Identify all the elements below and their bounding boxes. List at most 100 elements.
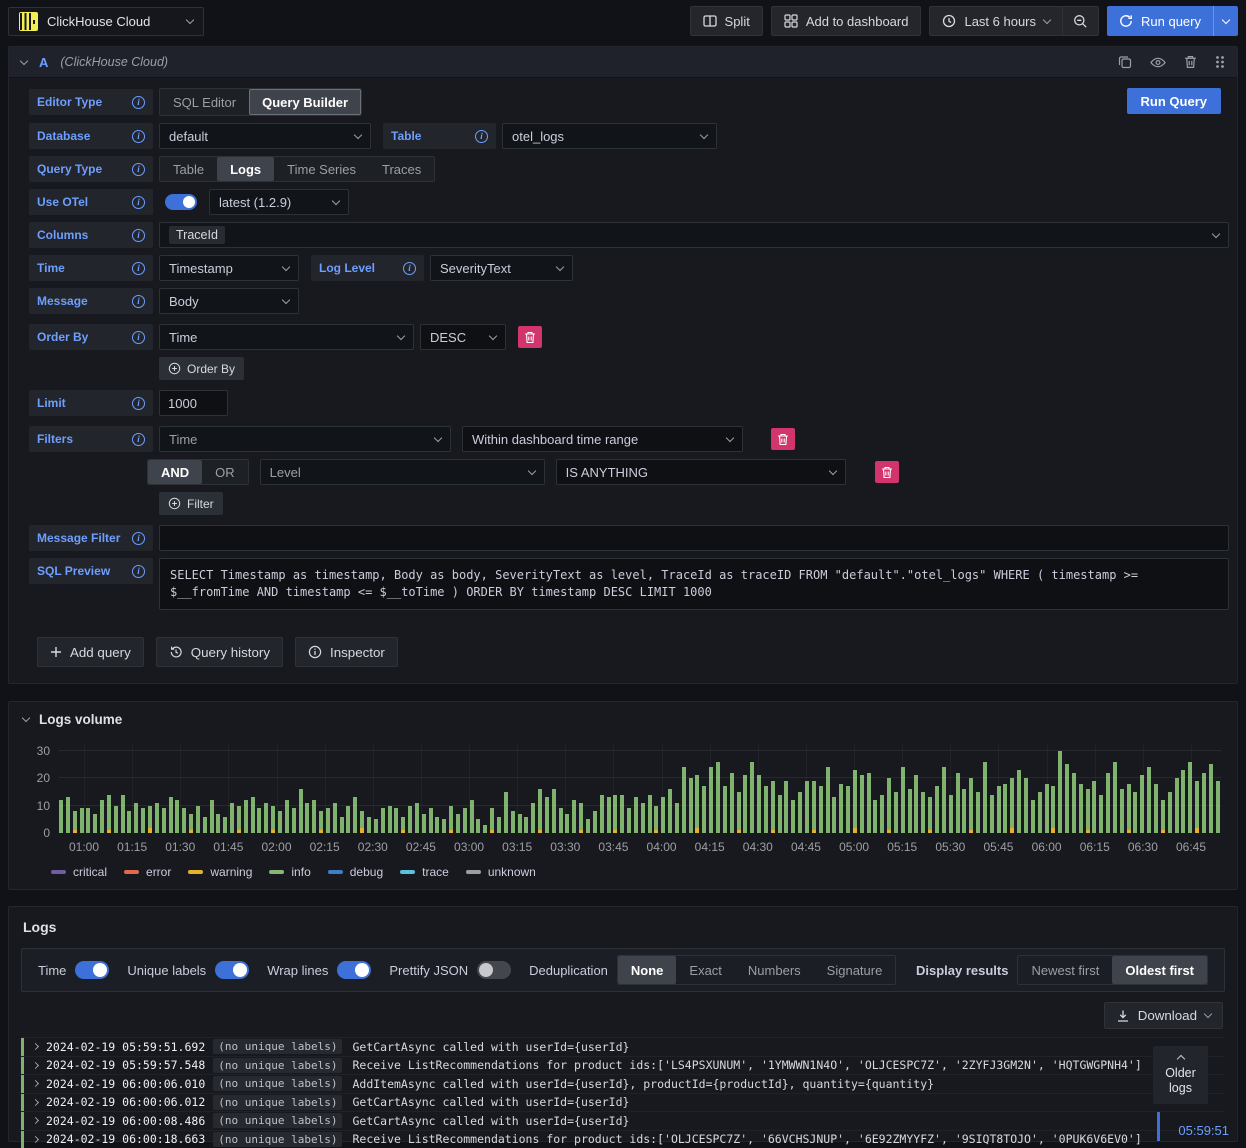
duplicate-query-icon[interactable]: [1118, 55, 1132, 69]
query-row-header[interactable]: A (ClickHouse Cloud): [9, 47, 1237, 78]
expand-chevron-icon[interactable]: [32, 1099, 39, 1106]
info-icon[interactable]: [403, 262, 416, 275]
volume-bar: [1010, 778, 1014, 833]
order-direction-select[interactable]: DESC: [420, 324, 506, 350]
query-history-button[interactable]: Query history: [156, 637, 283, 667]
query-type-table[interactable]: Table: [160, 157, 217, 181]
dedup-numbers[interactable]: Numbers: [735, 956, 814, 984]
volume-bar: [483, 825, 487, 833]
query-type-logs[interactable]: Logs: [217, 157, 274, 181]
info-icon[interactable]: [132, 532, 145, 545]
display-oldest-first[interactable]: Oldest first: [1112, 956, 1207, 984]
collapse-chevron-icon[interactable]: [22, 714, 30, 722]
toggle-visibility-eye-icon[interactable]: [1150, 56, 1166, 69]
filter-bool-or[interactable]: OR: [202, 460, 248, 484]
legend-item-debug[interactable]: debug: [328, 865, 383, 879]
order-by-field-select[interactable]: Time: [159, 324, 414, 350]
run-query-split-button[interactable]: Run query: [1107, 6, 1238, 36]
log-row[interactable]: 2024-02-19 06:00:06.012(no unique labels…: [21, 1093, 1225, 1112]
legend-item-unknown[interactable]: unknown: [466, 865, 536, 879]
editor-type-query-builder[interactable]: Query Builder: [249, 89, 361, 115]
log-level-select[interactable]: SeverityText: [430, 255, 573, 281]
editor-type-sql-editor[interactable]: SQL Editor: [160, 89, 249, 115]
volume-bar: [921, 792, 925, 833]
prettify-json-toggle[interactable]: [477, 961, 511, 979]
run-query-options-button[interactable]: [1213, 6, 1238, 36]
display-newest-first[interactable]: Newest first: [1018, 956, 1112, 984]
legend-item-info[interactable]: info: [269, 865, 310, 879]
add-order-by-button[interactable]: Order By: [159, 357, 244, 380]
info-icon[interactable]: [132, 96, 145, 109]
filter-bool-and[interactable]: AND: [148, 460, 202, 484]
expand-chevron-icon[interactable]: [32, 1136, 39, 1143]
datasource-picker[interactable]: ClickHouse Cloud: [8, 7, 204, 36]
add-to-dashboard-button[interactable]: Add to dashboard: [771, 6, 922, 36]
time-range-label: Last 6 hours: [964, 14, 1036, 29]
dedup-none[interactable]: None: [618, 956, 677, 984]
dedup-exact[interactable]: Exact: [676, 956, 735, 984]
log-row[interactable]: 2024-02-19 06:00:06.010(no unique labels…: [21, 1074, 1225, 1093]
unique-labels-toggle[interactable]: [215, 961, 249, 979]
add-filter-button[interactable]: Filter: [159, 492, 223, 515]
log-row[interactable]: 2024-02-19 05:59:57.548(no unique labels…: [21, 1056, 1225, 1075]
add-query-button[interactable]: Add query: [37, 637, 144, 667]
info-icon[interactable]: [475, 130, 488, 143]
filter-field-select[interactable]: Time: [159, 426, 451, 452]
remove-filter-button[interactable]: [771, 428, 795, 450]
legend-item-trace[interactable]: trace: [400, 865, 449, 879]
time-column-select[interactable]: Timestamp: [159, 255, 299, 281]
log-row[interactable]: 2024-02-19 06:00:08.486(no unique labels…: [21, 1111, 1225, 1130]
expand-chevron-icon[interactable]: [32, 1117, 39, 1124]
info-icon[interactable]: [132, 397, 145, 410]
expand-chevron-icon[interactable]: [32, 1043, 39, 1050]
use-otel-toggle[interactable]: [165, 194, 197, 210]
collapse-chevron-icon[interactable]: [20, 56, 28, 64]
time-toggle[interactable]: [75, 961, 109, 979]
column-chip[interactable]: TraceId: [169, 226, 225, 244]
info-icon[interactable]: [132, 295, 145, 308]
columns-multiselect[interactable]: TraceId: [159, 222, 1229, 248]
drag-handle-icon[interactable]: [1215, 55, 1225, 69]
run-query-button[interactable]: Run Query: [1127, 88, 1221, 114]
message-column-select[interactable]: Body: [159, 288, 299, 314]
download-button[interactable]: Download: [1104, 1002, 1223, 1029]
filter2-field-select[interactable]: Level: [260, 459, 545, 485]
delete-query-icon[interactable]: [1184, 55, 1197, 69]
expand-chevron-icon[interactable]: [32, 1080, 39, 1087]
table-select[interactable]: otel_logs: [502, 123, 717, 149]
remove-filter2-button[interactable]: [875, 461, 899, 483]
filter-operator-select[interactable]: Within dashboard time range: [462, 426, 743, 452]
filter2-operator-select[interactable]: IS ANYTHING: [556, 459, 846, 485]
limit-input[interactable]: [159, 390, 228, 416]
otel-version-select[interactable]: latest (1.2.9): [209, 189, 349, 215]
legend-item-warning[interactable]: warning: [188, 865, 252, 879]
info-icon[interactable]: [132, 565, 145, 578]
time-range-picker[interactable]: Last 6 hours: [929, 6, 1063, 36]
remove-order-by-button[interactable]: [518, 326, 542, 348]
info-icon[interactable]: [132, 163, 145, 176]
query-type-traces[interactable]: Traces: [369, 157, 434, 181]
expand-chevron-icon[interactable]: [32, 1062, 39, 1069]
add-to-dashboard-label: Add to dashboard: [806, 14, 909, 29]
split-button[interactable]: Split: [690, 6, 763, 36]
legend-item-error[interactable]: error: [124, 865, 171, 879]
info-icon[interactable]: [132, 130, 145, 143]
info-icon[interactable]: [132, 262, 145, 275]
info-icon[interactable]: [132, 196, 145, 209]
wrap-lines-toggle[interactable]: [337, 961, 371, 979]
dedup-signature[interactable]: Signature: [814, 956, 896, 984]
older-logs-button[interactable]: Older logs: [1153, 1046, 1208, 1104]
log-row[interactable]: 2024-02-19 05:59:51.692(no unique labels…: [21, 1037, 1225, 1056]
info-icon[interactable]: [132, 229, 145, 242]
query-type-time-series[interactable]: Time Series: [274, 157, 369, 181]
database-select[interactable]: default: [159, 123, 371, 149]
message-filter-input[interactable]: [159, 525, 1229, 551]
inspector-button[interactable]: Inspector: [295, 637, 398, 667]
info-icon[interactable]: [132, 331, 145, 344]
info-icon[interactable]: [132, 433, 145, 446]
zoom-out-time-button[interactable]: [1063, 6, 1099, 36]
logs-volume-chart[interactable]: 0102030: [59, 745, 1221, 833]
log-row[interactable]: 2024-02-19 06:00:18.663(no unique labels…: [21, 1130, 1225, 1148]
gridline: [228, 745, 229, 833]
legend-item-critical[interactable]: critical: [51, 865, 107, 879]
